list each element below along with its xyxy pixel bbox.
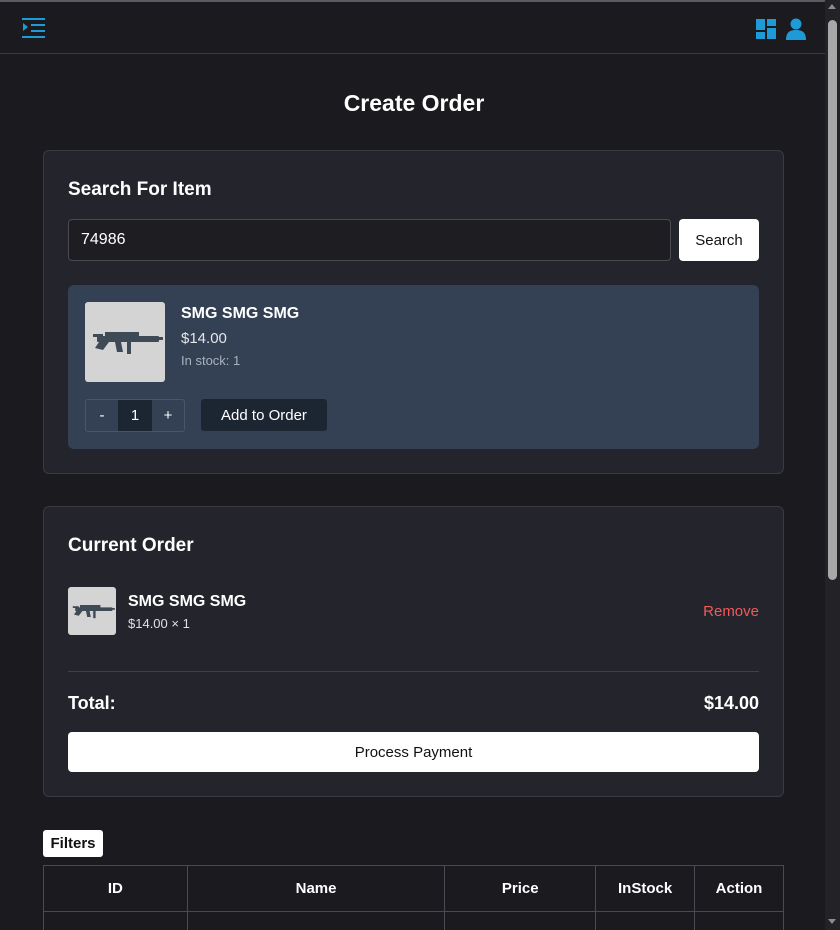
decrease-quantity-button[interactable]: -	[86, 400, 118, 431]
total-value: $14.00	[703, 693, 759, 713]
filters-button[interactable]: Filters	[43, 830, 103, 857]
search-button[interactable]: Search	[679, 219, 759, 261]
quantity-value[interactable]: 1	[118, 400, 152, 431]
remove-item-link[interactable]: Remove	[703, 603, 759, 620]
order-item-name: SMG SMG SMG	[128, 593, 247, 610]
vertical-scrollbar[interactable]	[825, 0, 840, 930]
column-header-name[interactable]: Name	[186, 865, 446, 912]
items-table: ID Name Price InStock Action	[43, 865, 784, 930]
total-label: Total:	[68, 693, 116, 713]
table-cell	[595, 911, 696, 930]
quantity-stepper: - 1 +	[85, 399, 185, 432]
top-bar	[0, 0, 825, 54]
search-title: Search For Item	[68, 179, 212, 200]
table-cell	[186, 911, 446, 930]
scroll-thumb[interactable]	[828, 20, 837, 580]
increase-quantity-button[interactable]: +	[152, 400, 184, 431]
result-name: SMG SMG SMG	[181, 305, 300, 322]
product-thumbnail	[85, 302, 165, 382]
order-item-thumbnail	[68, 587, 116, 635]
add-to-order-button[interactable]: Add to Order	[201, 399, 327, 431]
smg-icon	[72, 605, 115, 619]
dashboard-icon[interactable]	[756, 19, 776, 39]
table-cell	[43, 911, 188, 930]
column-header-instock[interactable]: InStock	[595, 865, 696, 912]
table-header-row: ID Name Price InStock Action	[43, 865, 784, 912]
scroll-down-arrow-icon[interactable]	[828, 919, 836, 924]
column-header-price[interactable]: Price	[444, 865, 597, 912]
scroll-up-arrow-icon[interactable]	[828, 4, 836, 9]
table-cell	[694, 911, 784, 930]
column-header-action[interactable]: Action	[694, 865, 784, 912]
menu-indent-icon[interactable]	[22, 17, 46, 39]
search-input[interactable]	[68, 219, 671, 261]
order-title: Current Order	[68, 535, 194, 556]
divider	[68, 671, 759, 672]
page-title: Create Order	[343, 90, 485, 116]
table-row	[43, 911, 784, 930]
column-header-id[interactable]: ID	[43, 865, 188, 912]
search-result-item: SMG SMG SMG $14.00 In stock: 1 - 1 + Add…	[68, 285, 759, 449]
smg-icon	[93, 332, 163, 354]
user-icon[interactable]	[786, 18, 806, 40]
order-item-detail: $14.00 × 1	[128, 616, 190, 631]
result-stock: In stock: 1	[181, 353, 241, 368]
process-payment-button[interactable]: Process Payment	[68, 732, 759, 772]
result-price: $14.00	[181, 330, 227, 347]
search-card: Search For Item Search SMG SMG SMG $14.0…	[43, 150, 784, 474]
current-order-card: Current Order SMG SMG SMG $14.00 × 1 Rem…	[43, 506, 784, 797]
table-cell	[444, 911, 597, 930]
